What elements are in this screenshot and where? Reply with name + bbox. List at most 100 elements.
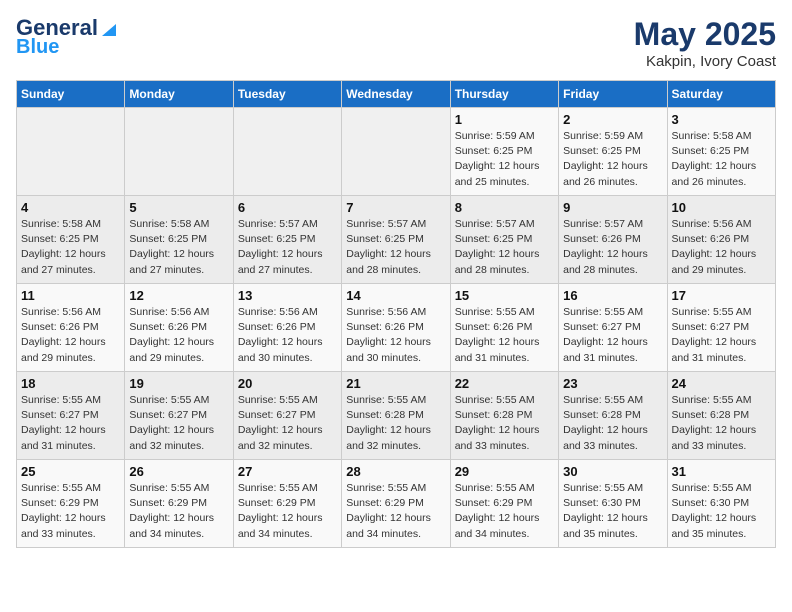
calendar-cell: 31 Sunrise: 5:55 AM Sunset: 6:30 PM Dayli… bbox=[667, 460, 775, 548]
calendar-cell: 2Sunrise: 5:59 AM Sunset: 6:25 PM Daylig… bbox=[559, 108, 667, 196]
calendar-week-1: 1 Sunrise: 5:59 AM Sunset: 6:25 PM Daylig… bbox=[17, 108, 776, 196]
day-number: 7 bbox=[346, 200, 445, 215]
calendar-week-4: 18 Sunrise: 5:55 AM Sunset: 6:27 PM Dayli… bbox=[17, 372, 776, 460]
calendar-cell: 20Sunrise: 5:55 AM Sunset: 6:27 PM Dayli… bbox=[233, 372, 341, 460]
calendar-cell: 3Sunrise: 5:58 AM Sunset: 6:25 PM Daylig… bbox=[667, 108, 775, 196]
day-detail: Sunrise: 5:58 AM Sunset: 6:25 PM Dayligh… bbox=[21, 217, 120, 278]
day-detail: Sunrise: 5:55 AM Sunset: 6:29 PM Dayligh… bbox=[238, 481, 337, 542]
calendar-cell: 5Sunrise: 5:58 AM Sunset: 6:25 PM Daylig… bbox=[125, 196, 233, 284]
calendar-cell bbox=[17, 108, 125, 196]
calendar-cell: 4 Sunrise: 5:58 AM Sunset: 6:25 PM Daylig… bbox=[17, 196, 125, 284]
calendar-cell bbox=[125, 108, 233, 196]
day-detail: Sunrise: 5:57 AM Sunset: 6:25 PM Dayligh… bbox=[238, 217, 337, 278]
day-detail: Sunrise: 5:56 AM Sunset: 6:26 PM Dayligh… bbox=[346, 305, 445, 366]
calendar-cell: 24 Sunrise: 5:55 AM Sunset: 6:28 PM Dayli… bbox=[667, 372, 775, 460]
calendar-cell: 11Sunrise: 5:56 AM Sunset: 6:26 PM Dayli… bbox=[17, 284, 125, 372]
day-detail: Sunrise: 5:55 AM Sunset: 6:27 PM Dayligh… bbox=[672, 305, 771, 366]
day-number: 30 bbox=[563, 464, 662, 479]
day-detail: Sunrise: 5:57 AM Sunset: 6:25 PM Dayligh… bbox=[346, 217, 445, 278]
day-detail: Sunrise: 5:55 AM Sunset: 6:26 PM Dayligh… bbox=[455, 305, 554, 366]
calendar-cell: 29 Sunrise: 5:55 AM Sunset: 6:29 PM Dayli… bbox=[450, 460, 558, 548]
calendar-cell: 10 Sunrise: 5:56 AM Sunset: 6:26 PM Dayli… bbox=[667, 196, 775, 284]
calendar-header-wednesday: Wednesday bbox=[342, 81, 450, 108]
calendar-cell: 15 Sunrise: 5:55 AM Sunset: 6:26 PM Dayli… bbox=[450, 284, 558, 372]
calendar-header-tuesday: Tuesday bbox=[233, 81, 341, 108]
day-number: 27 bbox=[238, 464, 337, 479]
day-number: 23 bbox=[563, 376, 662, 391]
calendar-cell bbox=[342, 108, 450, 196]
day-number: 4 bbox=[21, 200, 120, 215]
day-number: 31 bbox=[672, 464, 771, 479]
page-header: General Blue May 2025 Kakpin, Ivory Coas… bbox=[16, 16, 776, 70]
day-number: 10 bbox=[672, 200, 771, 215]
day-detail: Sunrise: 5:55 AM Sunset: 6:28 PM Dayligh… bbox=[563, 393, 662, 454]
calendar-cell: 6Sunrise: 5:57 AM Sunset: 6:25 PM Daylig… bbox=[233, 196, 341, 284]
day-number: 5 bbox=[129, 200, 228, 215]
day-number: 21 bbox=[346, 376, 445, 391]
calendar-cell: 30 Sunrise: 5:55 AM Sunset: 6:30 PM Dayli… bbox=[559, 460, 667, 548]
day-number: 12 bbox=[129, 288, 228, 303]
calendar-week-2: 4 Sunrise: 5:58 AM Sunset: 6:25 PM Daylig… bbox=[17, 196, 776, 284]
calendar-header-friday: Friday bbox=[559, 81, 667, 108]
day-number: 18 bbox=[21, 376, 120, 391]
day-detail: Sunrise: 5:55 AM Sunset: 6:30 PM Dayligh… bbox=[672, 481, 771, 542]
calendar-header-sunday: Sunday bbox=[17, 81, 125, 108]
logo-icon bbox=[100, 20, 118, 38]
calendar-cell: 16 Sunrise: 5:55 AM Sunset: 6:27 PM Dayli… bbox=[559, 284, 667, 372]
logo: General Blue bbox=[16, 16, 118, 58]
day-number: 8 bbox=[455, 200, 554, 215]
calendar-cell: 13 Sunrise: 5:56 AM Sunset: 6:26 PM Dayli… bbox=[233, 284, 341, 372]
day-detail: Sunrise: 5:55 AM Sunset: 6:29 PM Dayligh… bbox=[129, 481, 228, 542]
day-number: 9 bbox=[563, 200, 662, 215]
day-number: 16 bbox=[563, 288, 662, 303]
day-detail: Sunrise: 5:55 AM Sunset: 6:29 PM Dayligh… bbox=[455, 481, 554, 542]
calendar-cell: 23 Sunrise: 5:55 AM Sunset: 6:28 PM Dayli… bbox=[559, 372, 667, 460]
calendar-cell: 22 Sunrise: 5:55 AM Sunset: 6:28 PM Dayli… bbox=[450, 372, 558, 460]
calendar-cell: 9Sunrise: 5:57 AM Sunset: 6:26 PM Daylig… bbox=[559, 196, 667, 284]
calendar-cell bbox=[233, 108, 341, 196]
day-number: 13 bbox=[238, 288, 337, 303]
calendar-table: SundayMondayTuesdayWednesdayThursdayFrid… bbox=[16, 80, 776, 548]
calendar-cell: 18 Sunrise: 5:55 AM Sunset: 6:27 PM Dayli… bbox=[17, 372, 125, 460]
day-detail: Sunrise: 5:55 AM Sunset: 6:27 PM Dayligh… bbox=[563, 305, 662, 366]
day-number: 20 bbox=[238, 376, 337, 391]
day-detail: Sunrise: 5:55 AM Sunset: 6:28 PM Dayligh… bbox=[672, 393, 771, 454]
calendar-cell: 12 Sunrise: 5:56 AM Sunset: 6:26 PM Dayli… bbox=[125, 284, 233, 372]
day-detail: Sunrise: 5:56 AM Sunset: 6:26 PM Dayligh… bbox=[672, 217, 771, 278]
day-detail: Sunrise: 5:55 AM Sunset: 6:30 PM Dayligh… bbox=[563, 481, 662, 542]
calendar-cell: 17 Sunrise: 5:55 AM Sunset: 6:27 PM Dayli… bbox=[667, 284, 775, 372]
day-detail: Sunrise: 5:56 AM Sunset: 6:26 PM Dayligh… bbox=[238, 305, 337, 366]
day-number: 3 bbox=[672, 112, 771, 127]
day-number: 14 bbox=[346, 288, 445, 303]
calendar-header-row: SundayMondayTuesdayWednesdayThursdayFrid… bbox=[17, 81, 776, 108]
day-number: 28 bbox=[346, 464, 445, 479]
month-year-title: May 2025 bbox=[634, 16, 776, 53]
day-number: 22 bbox=[455, 376, 554, 391]
day-number: 11 bbox=[21, 288, 120, 303]
calendar-header-monday: Monday bbox=[125, 81, 233, 108]
calendar-week-5: 25 Sunrise: 5:55 AM Sunset: 6:29 PM Dayli… bbox=[17, 460, 776, 548]
day-detail: Sunrise: 5:55 AM Sunset: 6:28 PM Dayligh… bbox=[455, 393, 554, 454]
calendar-cell: 19Sunrise: 5:55 AM Sunset: 6:27 PM Dayli… bbox=[125, 372, 233, 460]
day-number: 24 bbox=[672, 376, 771, 391]
calendar-cell: 21Sunrise: 5:55 AM Sunset: 6:28 PM Dayli… bbox=[342, 372, 450, 460]
logo-blue: Blue bbox=[16, 36, 59, 58]
day-number: 15 bbox=[455, 288, 554, 303]
calendar-cell: 27 Sunrise: 5:55 AM Sunset: 6:29 PM Dayli… bbox=[233, 460, 341, 548]
calendar-cell: 8 Sunrise: 5:57 AM Sunset: 6:25 PM Daylig… bbox=[450, 196, 558, 284]
day-number: 19 bbox=[129, 376, 228, 391]
day-detail: Sunrise: 5:57 AM Sunset: 6:25 PM Dayligh… bbox=[455, 217, 554, 278]
day-number: 1 bbox=[455, 112, 554, 127]
day-detail: Sunrise: 5:59 AM Sunset: 6:25 PM Dayligh… bbox=[455, 129, 554, 190]
day-number: 29 bbox=[455, 464, 554, 479]
day-number: 2 bbox=[563, 112, 662, 127]
day-number: 26 bbox=[129, 464, 228, 479]
calendar-cell: 25Sunrise: 5:55 AM Sunset: 6:29 PM Dayli… bbox=[17, 460, 125, 548]
day-detail: Sunrise: 5:55 AM Sunset: 6:29 PM Dayligh… bbox=[346, 481, 445, 542]
title-area: May 2025 Kakpin, Ivory Coast bbox=[634, 16, 776, 70]
calendar-header-thursday: Thursday bbox=[450, 81, 558, 108]
day-number: 25 bbox=[21, 464, 120, 479]
day-detail: Sunrise: 5:56 AM Sunset: 6:26 PM Dayligh… bbox=[129, 305, 228, 366]
day-detail: Sunrise: 5:55 AM Sunset: 6:27 PM Dayligh… bbox=[21, 393, 120, 454]
day-number: 17 bbox=[672, 288, 771, 303]
